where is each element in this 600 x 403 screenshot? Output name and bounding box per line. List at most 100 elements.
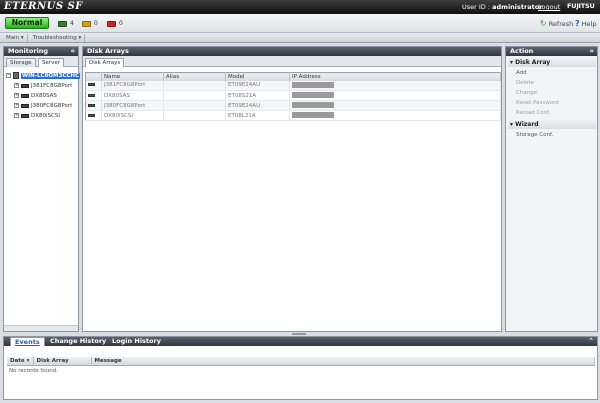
column-header-model[interactable]: Model bbox=[225, 72, 290, 81]
cell-alias bbox=[163, 90, 226, 101]
events-table: Date ▾ Disk Array Message bbox=[7, 357, 595, 366]
action-group-disk-array[interactable]: ▾ Disk Array bbox=[508, 58, 596, 67]
action-group-wizard[interactable]: ▾ Wizard bbox=[508, 120, 596, 129]
action-reset-password[interactable]: Reset Password bbox=[516, 98, 559, 108]
table-row[interactable]: DX80SAS ET08S21A bbox=[85, 90, 501, 101]
tab-change-history[interactable]: Change History bbox=[50, 337, 106, 346]
cell-ip-address bbox=[289, 80, 501, 91]
icon-column-header bbox=[85, 72, 102, 81]
tree-root[interactable]: − WIN-LC8OM3CCHC bbox=[6, 71, 81, 80]
action-reload-conf[interactable]: Reload Conf. bbox=[516, 108, 550, 118]
menu-troubleshooting[interactable]: Troubleshooting ▾ bbox=[30, 34, 86, 42]
cell-model: ET09E24AU bbox=[225, 80, 290, 91]
action-change[interactable]: Change bbox=[516, 88, 537, 98]
redacted-ip-bar bbox=[292, 82, 334, 88]
cell-name: DX80SAS bbox=[101, 90, 164, 101]
help-button[interactable]: ? Help bbox=[575, 19, 596, 28]
tab-storage[interactable]: Storage bbox=[6, 58, 36, 67]
app-brand-logo: ETERNUS SF bbox=[4, 1, 83, 12]
refresh-button[interactable]: ↻ Refresh bbox=[540, 19, 573, 28]
table-row[interactable]: J381FC8G8Port ET09E24AU bbox=[85, 80, 501, 91]
column-header-alias[interactable]: Alias bbox=[163, 72, 226, 81]
user-id-label: User ID : bbox=[462, 3, 493, 11]
disk-array-icon bbox=[88, 93, 95, 97]
cell-name: DX80iSCSI bbox=[101, 110, 164, 121]
tree-item-label: J380FC8G8Port bbox=[31, 102, 73, 109]
monitoring-panel: Monitoring « Storage Server − WIN-LC8OM3… bbox=[3, 46, 81, 332]
tab-events[interactable]: Events bbox=[10, 337, 45, 346]
tab-server[interactable]: Server bbox=[38, 58, 65, 67]
collapse-right-icon[interactable]: » bbox=[589, 47, 594, 56]
expand-tree-icon[interactable]: + bbox=[14, 83, 19, 88]
action-storage-conf[interactable]: Storage Conf. bbox=[516, 130, 553, 140]
chevron-down-icon: ▾ bbox=[20, 35, 24, 41]
table-row[interactable]: DX80iSCSI ET08L21A bbox=[85, 110, 501, 121]
action-title: Action bbox=[510, 47, 534, 55]
tab-login-history[interactable]: Login History bbox=[112, 337, 161, 346]
table-header: Date ▾ Disk Array Message bbox=[7, 357, 595, 366]
table-header: Name Alias Model IP Address bbox=[85, 72, 501, 81]
vendor-logo: FUJITSU bbox=[567, 2, 595, 10]
tree-item-disk-array[interactable]: + J380FC8G8Port bbox=[14, 101, 72, 110]
action-add[interactable]: Add bbox=[516, 68, 527, 78]
expand-tree-icon[interactable]: + bbox=[14, 113, 19, 118]
redacted-ip-bar bbox=[292, 102, 334, 109]
cell-alias bbox=[163, 100, 226, 111]
cell-model: ET08L21A bbox=[225, 110, 290, 121]
expand-tree-icon[interactable]: + bbox=[14, 103, 19, 108]
action-group-label: Disk Array bbox=[515, 59, 551, 66]
disk-array-icon bbox=[88, 83, 95, 87]
menu-main[interactable]: Main ▾ bbox=[3, 34, 28, 42]
column-header-name[interactable]: Name bbox=[101, 72, 164, 81]
tree-item-disk-array[interactable]: + J381FC8G8Port bbox=[14, 81, 72, 90]
disk-arrays-panel-title: Disk Arrays bbox=[83, 47, 501, 56]
menu-main-label: Main bbox=[6, 35, 20, 41]
column-header-date[interactable]: Date ▾ bbox=[7, 357, 34, 366]
help-icon: ? bbox=[575, 19, 580, 28]
system-status-button[interactable]: Normal bbox=[5, 17, 49, 29]
user-id-value: administrator bbox=[492, 3, 543, 11]
logout-link[interactable]: Logout bbox=[538, 3, 560, 11]
cell-ip-address bbox=[289, 110, 501, 121]
error-count-indicator[interactable]: 0 bbox=[107, 19, 123, 28]
chevron-down-icon: ▾ bbox=[78, 35, 82, 41]
column-header-date-label: Date bbox=[10, 357, 25, 364]
disk-array-icon bbox=[88, 113, 95, 117]
tab-disk-arrays[interactable]: Disk Arrays bbox=[85, 58, 125, 67]
monitoring-panel-title: Monitoring « bbox=[4, 47, 78, 56]
column-header-ip-address[interactable]: IP Address bbox=[289, 72, 501, 81]
warning-count-indicator[interactable]: 0 bbox=[82, 19, 98, 28]
action-delete[interactable]: Delete bbox=[516, 78, 534, 88]
cell-ip-address bbox=[289, 90, 501, 101]
tree-item-disk-array[interactable]: + DX80SAS bbox=[14, 91, 57, 100]
column-header-message[interactable]: Message bbox=[91, 357, 595, 366]
tree-item-label: DX80SAS bbox=[31, 92, 57, 99]
splitter-handle[interactable] bbox=[292, 333, 306, 335]
collapse-bottom-icon[interactable]: ⌃ bbox=[588, 337, 594, 346]
server-icon bbox=[13, 72, 19, 79]
tree-root-label: WIN-LC8OM3CCHC bbox=[21, 72, 81, 79]
monitoring-title: Monitoring bbox=[8, 47, 49, 55]
chevron-down-icon: ▾ bbox=[510, 121, 514, 128]
help-label: Help bbox=[581, 19, 597, 28]
monitoring-tabs: Storage Server bbox=[4, 56, 78, 67]
disk-array-icon bbox=[21, 83, 29, 88]
normal-count-indicator[interactable]: 4 bbox=[58, 19, 74, 28]
cell-name: J380FC8G8Port bbox=[101, 100, 164, 111]
normal-status-icon bbox=[58, 20, 67, 27]
action-panel-title: Action » bbox=[506, 47, 597, 56]
tree-item-disk-array[interactable]: + DX80iSCSI bbox=[14, 111, 60, 120]
history-panel: Events Change History Login History ⌃ Da… bbox=[3, 336, 598, 400]
cell-alias bbox=[163, 110, 226, 121]
menu-bar bbox=[0, 33, 600, 43]
menu-troubleshooting-label: Troubleshooting bbox=[33, 35, 77, 41]
cell-ip-address bbox=[289, 100, 501, 111]
disk-array-icon bbox=[88, 103, 95, 107]
collapse-tree-icon[interactable]: − bbox=[6, 73, 11, 78]
redacted-ip-bar bbox=[292, 92, 334, 99]
collapse-left-icon[interactable]: « bbox=[70, 47, 75, 56]
horizontal-scrollbar[interactable] bbox=[4, 325, 78, 331]
column-header-disk-array[interactable]: Disk Array bbox=[33, 357, 92, 366]
table-row[interactable]: J380FC8G8Port ET09E24AU bbox=[85, 100, 501, 111]
expand-tree-icon[interactable]: + bbox=[14, 93, 19, 98]
